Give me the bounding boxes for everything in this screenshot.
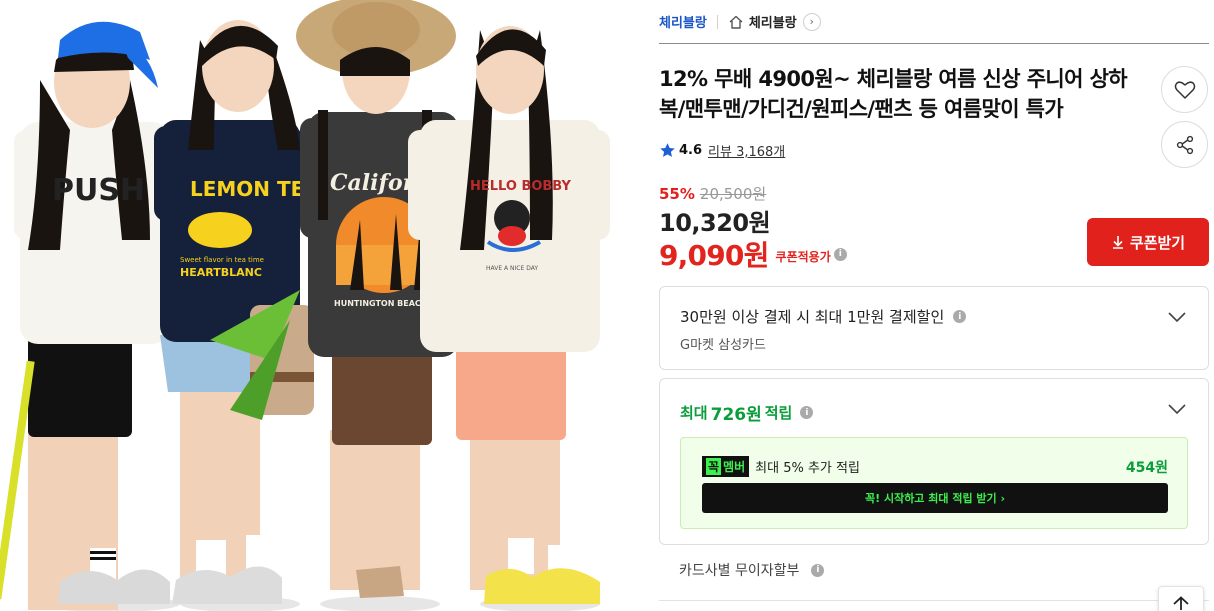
- club-membership-box: 꼭 멤버 최대 5% 추가 적립 454원 꼭! 시작하고 최대 적립 받기 ›: [680, 437, 1188, 529]
- rating-summary: 4.6 리뷰 3,168개: [659, 141, 785, 160]
- club-badge: 꼭 멤버: [702, 456, 750, 477]
- product-detail-panel: 체리블랑 체리블랑 › 12% 무배 4900원~ 체리블랑 여름 신상 주니어…: [659, 0, 1209, 611]
- coupon-price-row: 9,090원 쿠폰적용가 i: [659, 234, 847, 274]
- points-prefix: 최대: [680, 404, 708, 422]
- review-count-link[interactable]: 리뷰 3,168개: [708, 141, 785, 160]
- coupon-price: 9,090원: [659, 239, 769, 272]
- header-divider: [659, 43, 1209, 44]
- installment-label: 카드사별 무이자할부: [679, 563, 800, 579]
- product-title: 12% 무배 4900원~ 체리블랑 여름 신상 주니어 상하복/맨투맨/가디건…: [659, 67, 1128, 121]
- club-badge-label: 멤버: [723, 460, 746, 474]
- shirt-print-heartblanc: HEARTBLANC: [180, 266, 262, 279]
- club-amount: 454원: [1125, 459, 1168, 476]
- coupon-price-label: 쿠폰적용가: [775, 249, 831, 264]
- info-icon[interactable]: i: [953, 310, 967, 323]
- points-suffix: 적립: [764, 404, 793, 422]
- breadcrumb: 체리블랑 체리블랑 ›: [659, 12, 821, 31]
- chevron-down-icon[interactable]: [1168, 311, 1186, 323]
- scroll-to-top-button[interactable]: [1158, 586, 1204, 611]
- points-title: 최대 726원 적립 i: [680, 400, 814, 425]
- info-icon[interactable]: i: [800, 406, 814, 419]
- points-box: 최대 726원 적립 i 꼭 멤버 최대 5% 추가 적립 454원 꼭! 시작…: [659, 378, 1209, 545]
- coupon-download-button[interactable]: 쿠폰받기: [1087, 218, 1209, 266]
- home-icon: [728, 14, 744, 30]
- discount-row: 55% 20,500원: [659, 183, 766, 204]
- installment-row[interactable]: 카드사별 무이자할부 i: [679, 560, 825, 580]
- card-discount-title-row: 30만원 이상 결제 시 최대 1만원 결제할인 i: [680, 306, 967, 327]
- shirt-print-hello-bobby: HELLO BOBBY: [470, 179, 572, 194]
- star-icon: [659, 142, 676, 159]
- shirt-print-huntington: HUNTINGTON BEACH: [334, 299, 428, 308]
- original-price: 20,500원: [699, 185, 767, 203]
- rating-score: 4.6: [679, 143, 703, 158]
- breadcrumb-brand-link[interactable]: 체리블랑: [659, 12, 707, 31]
- sale-price: 10,320원: [659, 209, 771, 237]
- card-discount-box[interactable]: 30만원 이상 결제 시 최대 1만원 결제할인 i G마켓 삼성카드: [659, 286, 1209, 370]
- heart-icon: [1174, 80, 1195, 99]
- wishlist-button[interactable]: [1161, 66, 1208, 113]
- points-amount: 726원: [710, 405, 762, 425]
- card-discount-title: 30만원 이상 결제 시 최대 1만원 결제할인: [680, 308, 945, 326]
- shirt-print-nice-day: HAVE A NICE DAY: [486, 265, 538, 272]
- club-badge-mark: 꼭: [706, 458, 722, 475]
- club-row: 꼭 멤버 최대 5% 추가 적립 454원: [702, 456, 1168, 477]
- breadcrumb-divider: [716, 14, 718, 29]
- arrow-up-icon: [1173, 596, 1189, 610]
- card-discount-subtitle: G마켓 삼성카드: [680, 338, 766, 353]
- share-icon: [1176, 135, 1193, 154]
- info-icon[interactable]: i: [811, 563, 825, 577]
- chevron-right-icon[interactable]: ›: [802, 12, 821, 31]
- download-icon: [1112, 236, 1123, 249]
- product-image[interactable]: PUSH LEMON TEA Sweet flavor in tea time …: [0, 0, 610, 611]
- coupon-download-label: 쿠폰받기: [1129, 233, 1186, 252]
- chevron-down-icon[interactable]: [1168, 403, 1186, 415]
- club-benefit-text: 최대 5% 추가 적립: [755, 461, 860, 476]
- info-icon[interactable]: i: [833, 247, 847, 261]
- discount-rate: 55%: [659, 184, 695, 203]
- club-start-button[interactable]: 꼭! 시작하고 최대 적립 받기 ›: [702, 483, 1168, 513]
- breadcrumb-shop-link[interactable]: 체리블랑: [749, 12, 797, 31]
- shirt-print-tagline: Sweet flavor in tea time: [180, 256, 264, 264]
- shirt-print-push: PUSH: [52, 173, 145, 208]
- bottom-divider: [659, 600, 1209, 601]
- share-button[interactable]: [1161, 121, 1208, 168]
